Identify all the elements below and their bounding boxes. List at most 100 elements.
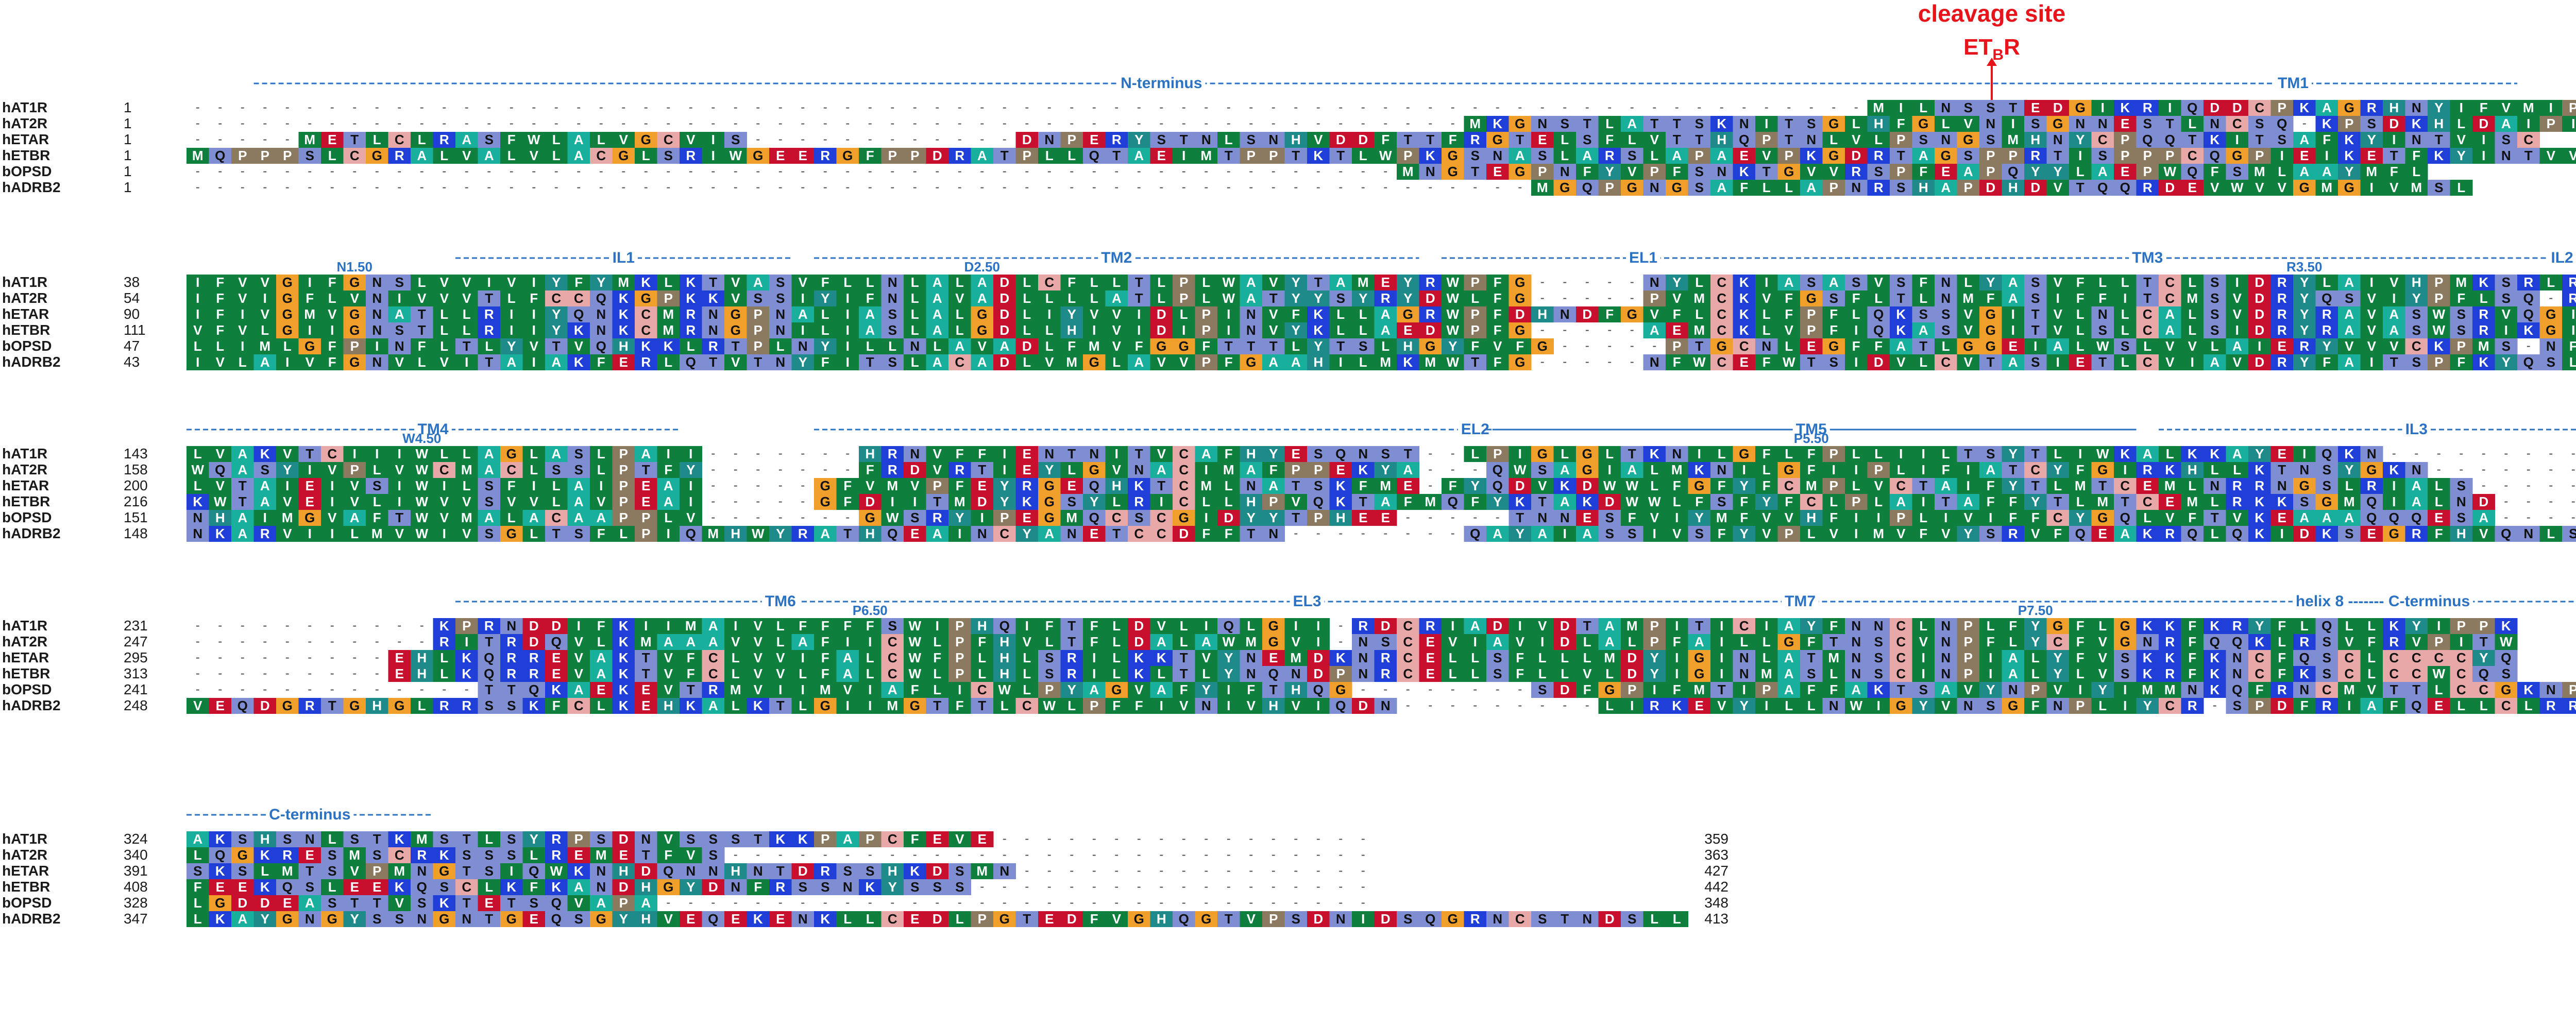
residue-letter: E [978,478,987,493]
residue-letter: I [1765,275,1768,290]
residue-letter: L [799,666,807,681]
residue-letter: F [843,494,852,509]
residue-letter: M [2478,338,2489,354]
alignment-gap: - [196,164,200,178]
residue-letter: F [2390,698,2398,713]
residue-letter: A [1963,164,1973,179]
residue-letter: A [2344,510,2354,525]
residue-letter: F [1785,306,1793,322]
residue-letter: P [1785,526,1793,541]
residue-letter: S [574,526,583,541]
residue-letter: W [1446,290,1459,306]
residue-letter: L [597,132,605,147]
residue-letter: P [2009,148,2018,163]
residue-letter: L [2031,666,2040,681]
residue-letter: G [506,526,517,541]
residue-letter: D [1313,650,1323,665]
residue-letter: S [283,831,292,847]
residue-letter: A [238,462,247,477]
residue-letter: Y [686,462,695,477]
residue-letter: G [1986,338,1996,354]
residue-letter: R [955,148,964,163]
residue-letter: Q [2075,526,2086,541]
residue-letter: I [1922,446,1925,461]
residue-letter: F [2188,510,2196,525]
residue-letter: V [395,354,404,370]
residue-letter: R [1022,478,1032,493]
residue-letter: Y [2031,494,2040,509]
residue-letter: P [2434,354,2443,370]
residue-letter: I [308,462,312,477]
alignment-gap: - [330,116,334,130]
alignment-gap: - [1070,180,1074,194]
alignment-gap: - [465,164,469,178]
residue-letter: V [1269,322,1278,338]
alignment-gap: - [218,651,222,664]
alignment-gap: - [666,116,670,130]
residue-letter: S [1381,446,1390,461]
residue-letter: F [1494,306,1502,322]
residue-letter: D [2255,275,2264,290]
residue-letter: G [2120,634,2130,649]
alignment-gap: - [241,100,245,114]
residue-letter: C [1896,478,1906,493]
residue-letter: G [618,148,629,163]
residue-letter: I [1675,650,1679,665]
alignment-gap: - [1204,832,1208,846]
alignment-gap: - [308,100,312,114]
residue-letter: H [260,831,270,847]
residue-letter: N [2523,526,2533,541]
sequence-row: hAT1R 1- - - - - - - - - - - - - - - - - - - - - - - - - - - - - - - - - -… [2,99,2576,116]
residue-letter: K [798,831,808,847]
residue-letter: S [2412,354,2421,370]
residue-letter: K [2344,132,2354,147]
residue-letter: D [1358,132,1368,147]
residue-letter: T [1762,164,1771,179]
residue-letter: M [1716,510,1727,525]
residue-letter: K [2299,666,2309,681]
residue-letter: T [2054,148,2062,163]
residue-letter: S [1919,682,1928,697]
residue-letter: V [350,478,360,493]
residue-letter: L [1336,306,1345,322]
residue-letter: I [2235,132,2239,147]
residue-letter: I [1316,634,1320,649]
residue-letter: F [216,322,224,338]
alignment-gap: - [2549,463,2553,476]
residue-letter: L [2076,666,2084,681]
residue-letter: N [2188,682,2197,697]
residue-letter: K [2210,618,2219,634]
residue-letter: R [2322,698,2332,713]
residue-letter: E [306,847,314,863]
alignment-gap: - [1428,510,1432,524]
residue-letter: C [2188,148,2197,163]
residue-letter: Y [1672,275,1681,290]
residue-letter: C [2143,322,2153,338]
residue-letter: I [1003,446,1006,461]
alignment-gap: - [801,164,805,178]
residue-letter: N [2299,682,2309,697]
residue-letter: T [373,831,381,847]
residue-letter: V [1762,290,1771,306]
residue-letter: Q [551,634,562,649]
residue-letter: K [1739,290,1749,306]
residue-letter: I [241,338,244,354]
residue-letter: K [2210,666,2219,681]
residue-letter: G [2008,698,2018,713]
residue-letter: V [216,478,225,493]
residue-letter: D [1157,322,1166,338]
residue-letter: T [306,446,314,461]
residue-letter: L [1785,446,1793,461]
residue-letter: K [2120,100,2130,115]
alignment-gap: - [1742,100,1746,114]
residue-letter: G [2097,510,2108,525]
alignment-gap: - [1518,682,1522,696]
residue-letter: N [1941,100,1951,115]
alignment-gap: - [1294,526,1298,540]
residue-letter: A [574,132,584,147]
residue-letter: M [1693,322,1705,338]
residue-letter: F [2188,634,2196,649]
residue-letter: L [1359,354,1367,370]
alignment-gap: - [711,494,715,508]
residue-letter: I [689,494,692,509]
